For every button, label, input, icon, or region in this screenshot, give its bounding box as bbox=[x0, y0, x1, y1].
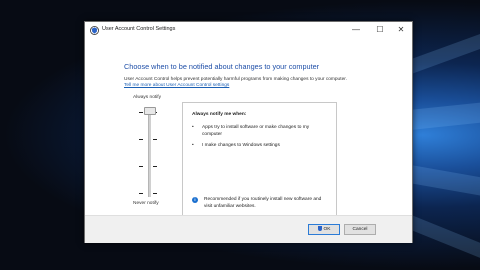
info-icon: i bbox=[192, 197, 198, 203]
slider-tick bbox=[139, 139, 143, 140]
uac-shield-icon bbox=[317, 226, 322, 231]
slider-tick bbox=[153, 139, 157, 140]
main-content: Choose when to be notified about changes… bbox=[85, 39, 412, 220]
panel-heading: Always notify me when: bbox=[192, 112, 247, 117]
description-text: User Account Control helps prevent poten… bbox=[124, 77, 347, 82]
panel-bullet-1: Apps try to install software or make cha… bbox=[202, 125, 310, 137]
button-bar: OK Cancel bbox=[85, 215, 412, 243]
slider-tick bbox=[139, 112, 143, 113]
maximize-button[interactable]: ☐ bbox=[369, 23, 391, 37]
wallpaper-light-ray bbox=[407, 33, 480, 74]
minimize-icon: — bbox=[352, 25, 360, 34]
uac-settings-window: User Account Control Settings — ☐ ✕ Choo… bbox=[84, 21, 413, 243]
close-button[interactable]: ✕ bbox=[390, 23, 412, 37]
recommendation-text: Recommended if you routinely install new… bbox=[204, 197, 322, 209]
panel-bullet-2: I make changes to Windows settings bbox=[202, 143, 280, 148]
slider-tick bbox=[153, 166, 157, 167]
close-icon: ✕ bbox=[397, 25, 405, 34]
cancel-button[interactable]: Cancel bbox=[344, 224, 376, 235]
notification-slider-track[interactable] bbox=[148, 111, 151, 197]
wallpaper-light-ray bbox=[408, 101, 480, 130]
maximize-icon: ☐ bbox=[376, 25, 384, 34]
bullet-icon: • bbox=[192, 125, 194, 130]
wallpaper-light-ray bbox=[407, 215, 480, 259]
description-panel: Always notify me when: • Apps try to ins… bbox=[182, 102, 337, 220]
cancel-label: Cancel bbox=[352, 227, 368, 232]
slider-tick bbox=[139, 193, 143, 194]
minimize-button[interactable]: — bbox=[345, 23, 367, 37]
slider-bottom-label: Never notify bbox=[133, 201, 159, 206]
slider-thumb[interactable] bbox=[144, 107, 156, 115]
window-title: User Account Control Settings bbox=[102, 26, 176, 32]
page-heading: Choose when to be notified about changes… bbox=[124, 62, 320, 71]
wallpaper-light-ray bbox=[408, 165, 480, 197]
ok-button[interactable]: OK bbox=[308, 224, 340, 235]
ok-label: OK bbox=[323, 227, 331, 232]
title-bar[interactable]: User Account Control Settings — ☐ ✕ bbox=[85, 22, 412, 39]
slider-tick bbox=[139, 166, 143, 167]
slider-tick bbox=[153, 193, 157, 194]
slider-top-label: Always notify bbox=[133, 95, 161, 100]
learn-more-link[interactable]: Tell me more about User Account Control … bbox=[124, 83, 229, 88]
shield-icon bbox=[90, 26, 99, 35]
bullet-icon: • bbox=[192, 143, 194, 148]
